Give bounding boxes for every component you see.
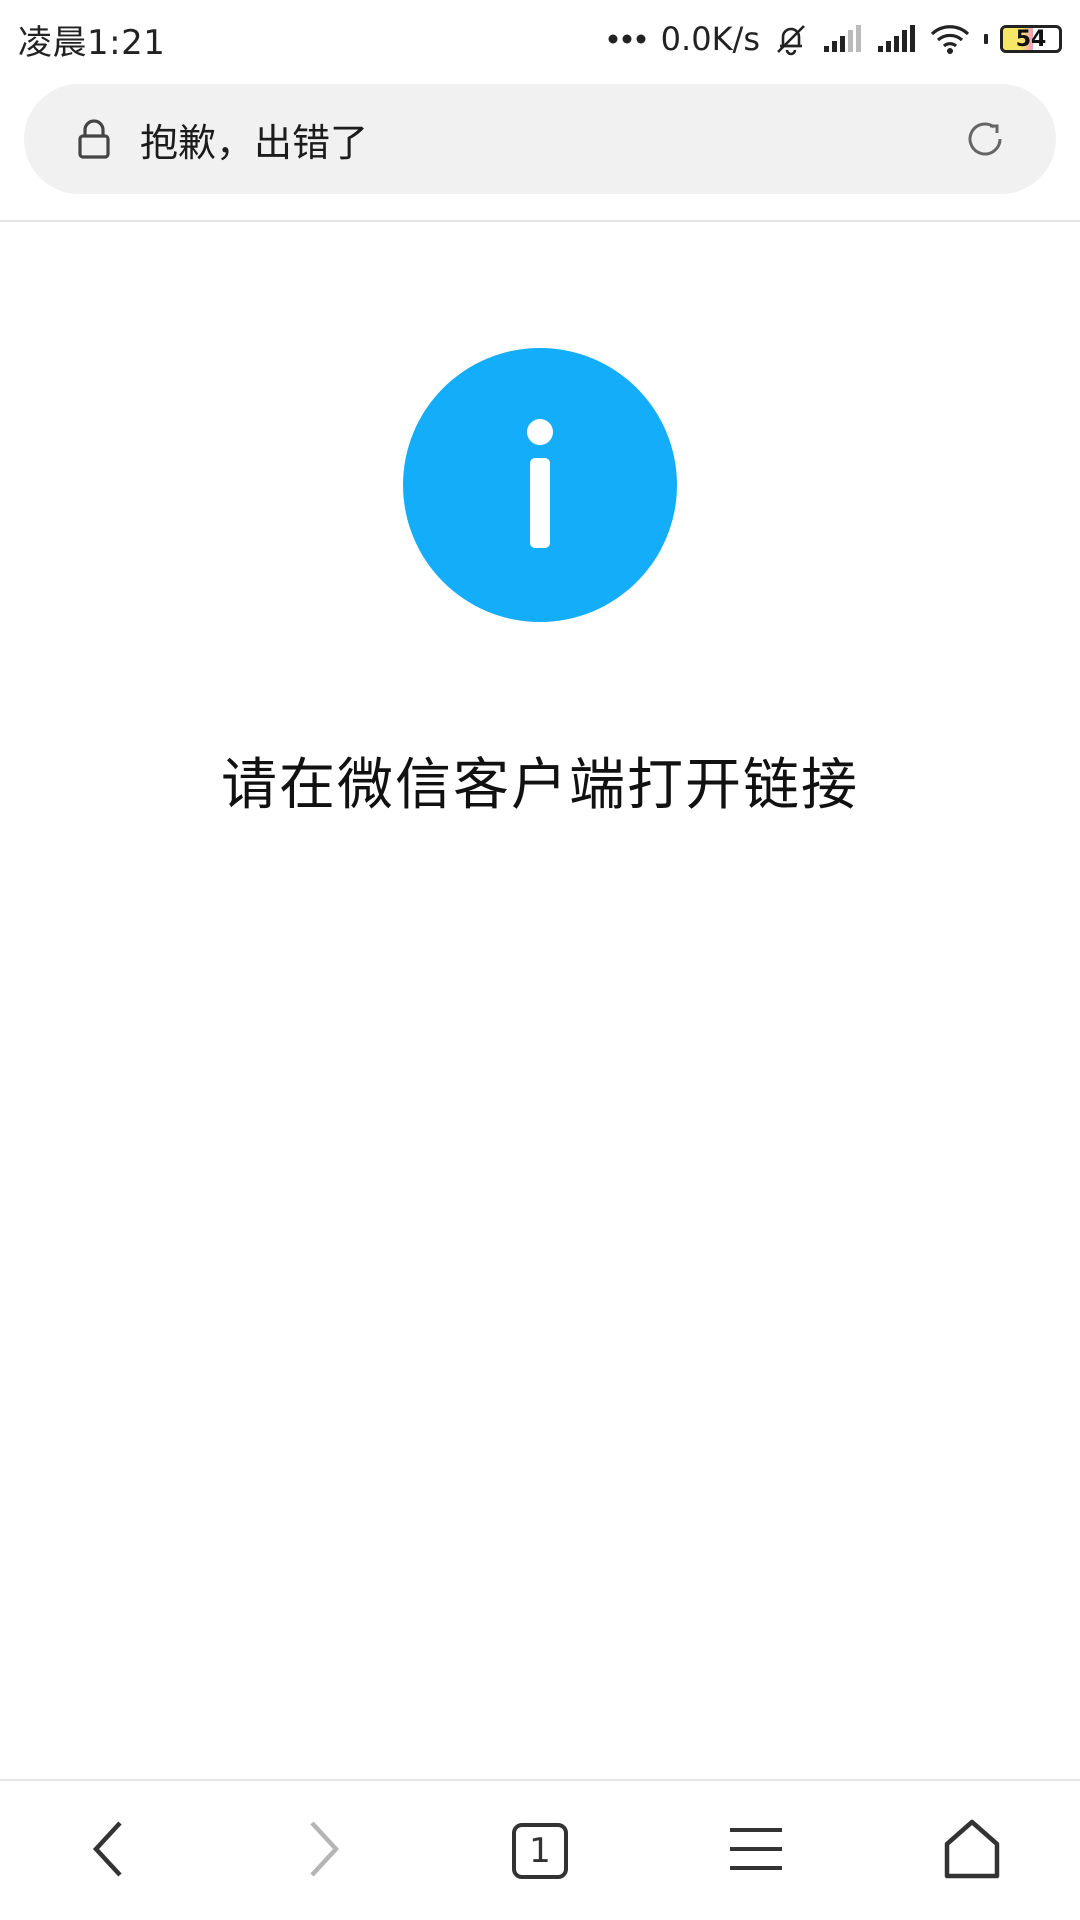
refresh-icon[interactable]: [964, 118, 1006, 160]
status-time: 凌晨1:21: [18, 22, 166, 63]
info-icon: [403, 348, 677, 622]
tab-count: 1: [529, 1830, 551, 1871]
menu-button[interactable]: [696, 1791, 816, 1911]
back-icon: [88, 1819, 128, 1883]
tabs-icon: 1: [511, 1822, 569, 1880]
status-bar: 凌晨1:21 0.0K/s 54: [0, 0, 1080, 78]
home-icon: [943, 1818, 1001, 1884]
more-dots-icon: [607, 33, 647, 45]
network-speed: 0.0K/s: [660, 20, 760, 58]
battery-icon: 54: [1000, 25, 1062, 53]
forward-button[interactable]: [264, 1791, 384, 1911]
signal-2-icon: [876, 24, 916, 54]
battery-level: 54: [1015, 26, 1047, 52]
menu-icon: [728, 1824, 784, 1878]
page-title: 抱歉，出错了: [140, 120, 369, 165]
signal-1-icon: [822, 24, 862, 54]
error-message: 请在微信客户端打开链接: [221, 753, 859, 818]
back-button[interactable]: [48, 1791, 168, 1911]
header-divider: [0, 220, 1080, 222]
wifi-icon: [930, 23, 970, 55]
tabs-button[interactable]: 1: [480, 1791, 600, 1911]
home-button[interactable]: [912, 1791, 1032, 1911]
battery-cap: [984, 34, 988, 44]
bottom-nav: 1: [0, 1781, 1080, 1920]
forward-icon: [304, 1819, 344, 1883]
mute-bell-icon: [774, 22, 808, 56]
lock-icon: [76, 119, 112, 159]
address-bar[interactable]: 抱歉，出错了: [24, 84, 1056, 194]
status-icons: 0.0K/s 54: [607, 20, 1062, 58]
